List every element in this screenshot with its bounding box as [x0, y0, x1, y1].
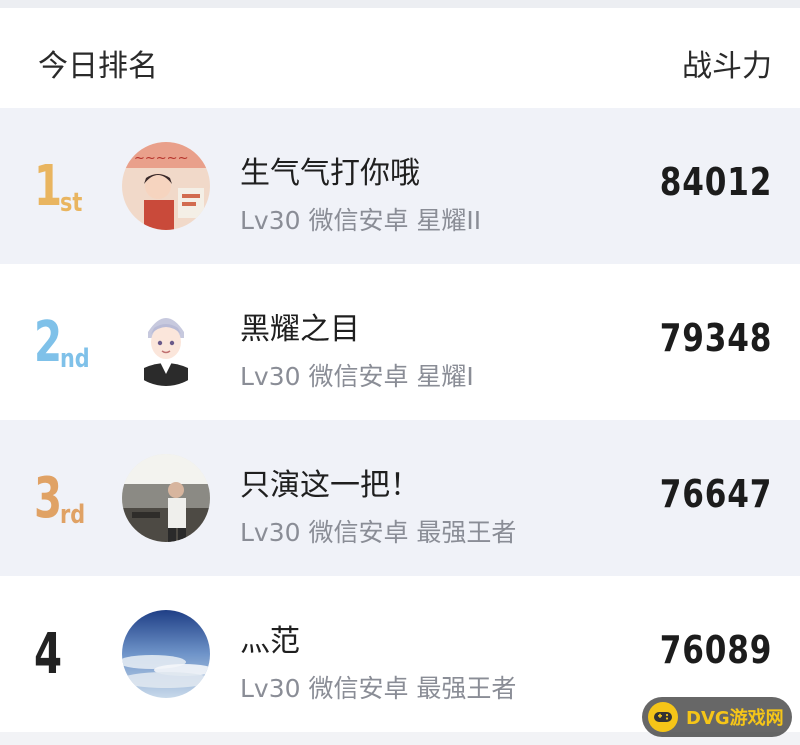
player-meta: Lv30 微信安卓 最强王者: [240, 518, 517, 547]
rank-suffix: rd: [60, 500, 86, 530]
ranking-row-3[interactable]: 3 rd 只演这一把！ Lv30 微信安卓 最强王者 76647: [0, 420, 800, 576]
top-divider: [0, 0, 800, 8]
rank-number: 3: [34, 466, 63, 531]
rank-number: 2: [34, 310, 63, 375]
rank-badge-2: 2 nd: [34, 308, 114, 378]
today-ranking-label: 今日排名: [38, 49, 158, 84]
rank-badge-1: 1 st: [34, 152, 114, 222]
watermark-text: DVG游戏网: [686, 708, 784, 729]
player-meta: Lv30 微信安卓 星耀I: [240, 362, 474, 391]
combat-power-value: 76089: [659, 628, 772, 672]
rank-number: 4: [34, 622, 63, 687]
combat-power-value: 76647: [659, 472, 772, 516]
player-name: 黑耀之目: [240, 312, 360, 347]
gamepad-icon: [648, 702, 678, 732]
player-name: 灬范: [240, 624, 300, 659]
ranking-row-1[interactable]: 1 st ~~~~~ 生气气打你哦 Lv30 微信安卓 星耀II 84012: [0, 108, 800, 264]
ranking-header: 今日排名 战斗力: [0, 8, 800, 108]
player-avatar[interactable]: [122, 454, 210, 542]
combat-power-value: 84012: [659, 160, 772, 204]
player-name: 只演这一把！: [240, 468, 420, 503]
ranking-row-2[interactable]: 2 nd 黑耀之目 Lv30 微信安卓 星耀I 79348: [0, 264, 800, 420]
player-avatar[interactable]: [122, 298, 210, 386]
combat-power-value: 79348: [659, 316, 772, 360]
player-meta: Lv30 微信安卓 星耀II: [240, 206, 482, 235]
rank-suffix: st: [60, 188, 83, 218]
rank-badge-4: 4: [34, 620, 114, 690]
site-watermark: DVG游戏网: [642, 697, 792, 737]
rank-number: 1: [34, 154, 63, 219]
combat-power-label: 战斗力: [682, 49, 772, 84]
player-avatar[interactable]: [122, 610, 210, 698]
svg-text:~~~~~: ~~~~~: [134, 151, 188, 166]
player-name: 生气气打你哦: [240, 156, 420, 191]
player-meta: Lv30 微信安卓 最强王者: [240, 674, 517, 703]
rank-badge-3: 3 rd: [34, 464, 114, 534]
rank-suffix: nd: [60, 344, 90, 374]
player-avatar[interactable]: ~~~~~: [122, 142, 210, 230]
